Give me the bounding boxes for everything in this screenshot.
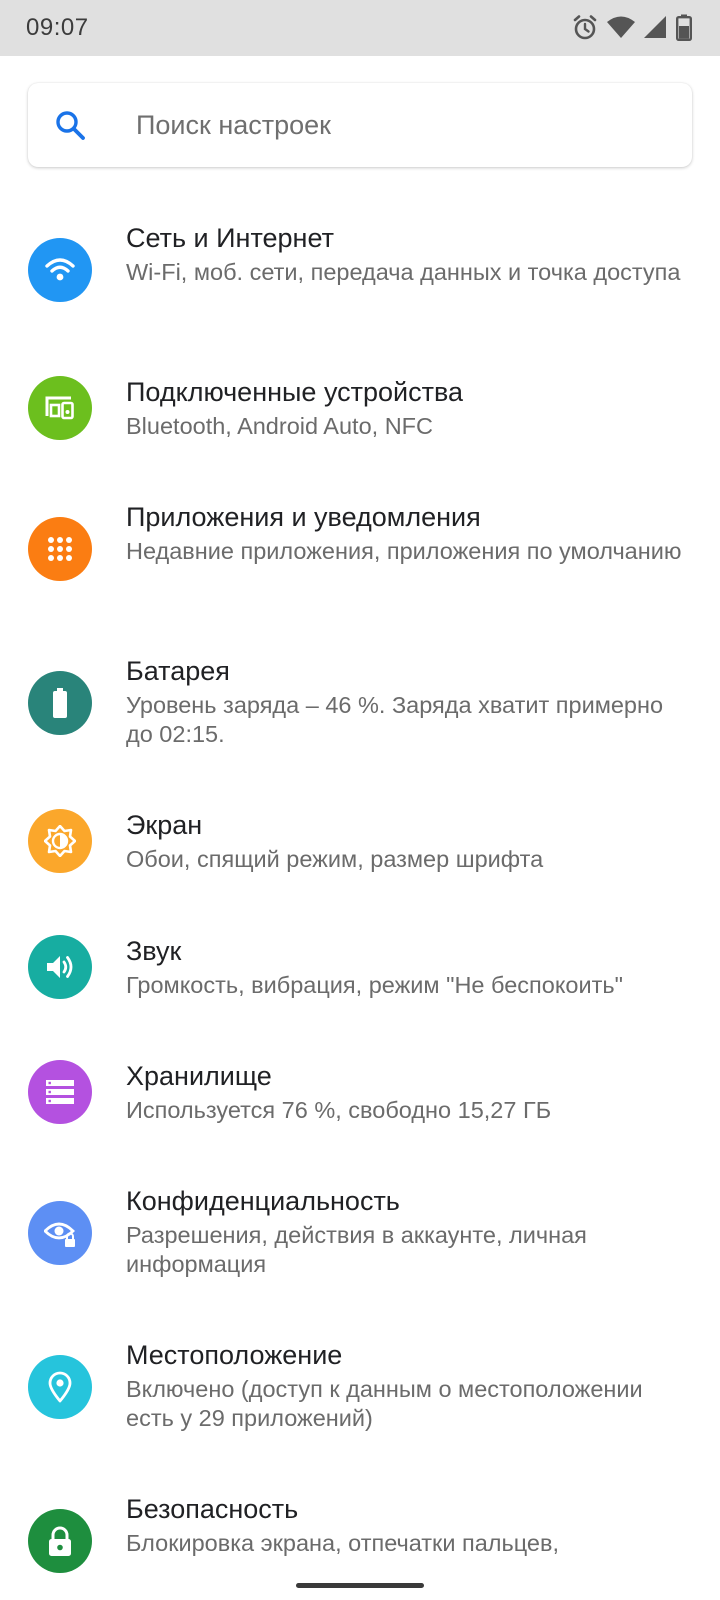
battery-icon-circle [28, 671, 92, 735]
wifi-icon [45, 258, 75, 281]
setting-title: Хранилище [126, 1061, 272, 1091]
apps-grid-icon [48, 537, 72, 561]
setting-subtitle: Bluetooth, Android Auto, NFC [126, 413, 433, 439]
connected-devices-icon [45, 396, 74, 420]
location-pin-icon [48, 1371, 72, 1403]
setting-display[interactable]: Экран Обои, спящий режим, размер шрифта [0, 809, 720, 879]
setting-apps[interactable]: Приложения и уведомления Недавние прилож… [0, 501, 720, 611]
setting-title: Звук [126, 936, 182, 966]
setting-subtitle: Обои, спящий режим, размер шрифта [126, 846, 544, 872]
setting-title: Приложения и уведомления [126, 502, 481, 532]
setting-title: Батарея [126, 656, 230, 686]
setting-title: Местоположение [126, 1340, 343, 1370]
setting-subtitle: Используется 76 %, свободно 15,27 ГБ [126, 1097, 552, 1123]
setting-subtitle: Громкость, вибрация, режим "Не беспокоит… [126, 972, 623, 998]
battery-icon [53, 688, 67, 718]
setting-connected-devices[interactable]: Подключенные устройства Bluetooth, Andro… [0, 376, 720, 446]
setting-subtitle: Разрешения, действия в аккаунте, личная … [126, 1222, 587, 1277]
gesture-nav-handle[interactable] [296, 1583, 424, 1588]
apps-icon-circle [28, 517, 92, 581]
connected-devices-icon-circle [28, 376, 92, 440]
setting-subtitle: Wi-Fi, моб. сети, передача данных и точк… [126, 259, 681, 285]
storage-icon [46, 1080, 74, 1104]
setting-storage[interactable]: Хранилище Используется 76 %, свободно 15… [0, 1060, 720, 1130]
network-icon-circle [28, 238, 92, 302]
volume-icon [47, 956, 73, 978]
brightness-icon [44, 825, 76, 857]
sound-icon-circle [28, 935, 92, 999]
setting-title: Конфиденциальность [126, 1186, 400, 1216]
storage-icon-circle [28, 1060, 92, 1124]
privacy-eye-lock-icon [44, 1222, 75, 1247]
setting-title: Безопасность [126, 1494, 299, 1524]
setting-subtitle: Блокировка экрана, отпечатки пальцев, [126, 1530, 560, 1556]
privacy-icon-circle [28, 1201, 92, 1265]
setting-location[interactable]: Местоположение Включено (доступ к данным… [0, 1339, 720, 1449]
lock-icon [49, 1526, 71, 1556]
setting-title: Подключенные устройства [126, 377, 464, 407]
security-icon-circle [28, 1509, 92, 1573]
setting-subtitle: Уровень заряда – 46 %. Заряда хватит при… [126, 692, 664, 747]
setting-title: Сеть и Интернет [126, 223, 334, 253]
setting-subtitle: Включено (доступ к данным о местоположен… [126, 1376, 643, 1431]
setting-title: Экран [126, 810, 203, 840]
setting-sound[interactable]: Звук Громкость, вибрация, режим "Не бесп… [0, 935, 720, 1005]
setting-battery[interactable]: Батарея Уровень заряда – 46 %. Заряда хв… [0, 655, 720, 765]
display-icon-circle [28, 809, 92, 873]
settings-list: Сеть и Интернет Wi-Fi, моб. сети, переда… [0, 0, 720, 1600]
setting-network[interactable]: Сеть и Интернет Wi-Fi, моб. сети, переда… [0, 222, 720, 332]
location-icon-circle [28, 1355, 92, 1419]
setting-subtitle: Недавние приложения, приложения по умолч… [126, 538, 682, 564]
setting-privacy[interactable]: Конфиденциальность Разрешения, действия … [0, 1185, 720, 1295]
